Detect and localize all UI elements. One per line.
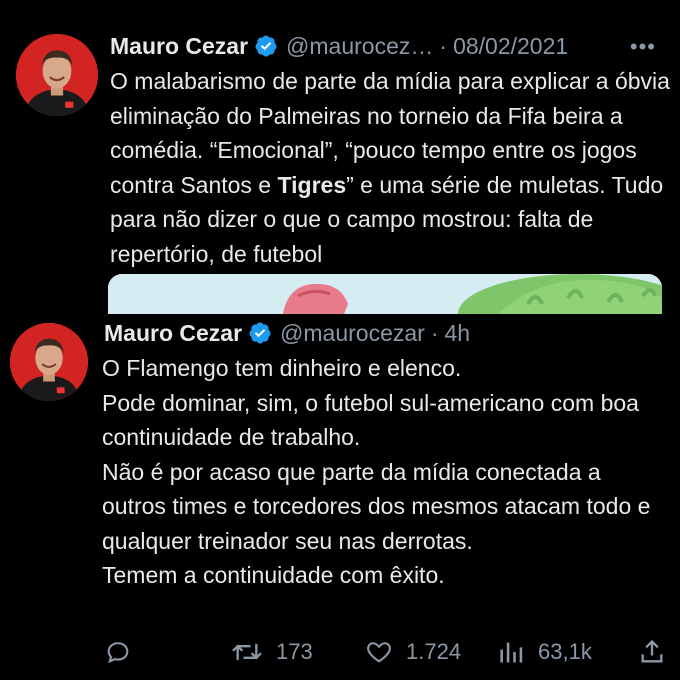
views-icon: [500, 642, 523, 663]
avatar-image: [16, 34, 98, 116]
views-count: 63,1k: [538, 639, 592, 664]
more-options-button[interactable]: •••: [630, 34, 656, 60]
tweet-actions-bar: 173 1.724 63,1k: [0, 638, 680, 670]
tweet-date[interactable]: 08/02/2021: [453, 32, 568, 60]
retweet-button[interactable]: 173: [230, 638, 313, 666]
tweet-text-bold[interactable]: Tigres: [278, 172, 347, 198]
tweet-text: O Flamengo tem dinheiro e elenco. Pode d…: [102, 355, 651, 588]
header-separator: ·: [439, 33, 448, 59]
share-icon: [641, 639, 663, 663]
retweet-icon: [232, 643, 262, 661]
author-avatar[interactable]: [10, 323, 88, 401]
tweet-media-preview[interactable]: [108, 274, 662, 314]
tweet-text: O malabarismo de parte da mídia para exp…: [110, 64, 670, 271]
author-avatar[interactable]: [16, 34, 98, 116]
author-handle[interactable]: @maurocez…: [286, 32, 433, 60]
tweet-header: Mauro Cezar @maurocez… · 08/02/2021: [110, 32, 568, 60]
share-button[interactable]: [638, 638, 666, 666]
heart-icon: [367, 642, 391, 663]
like-button[interactable]: 1.724: [364, 638, 461, 666]
views-button[interactable]: 63,1k: [496, 638, 592, 666]
media-image: [108, 274, 662, 314]
tweet-header: Mauro Cezar @maurocezar · 4h: [104, 319, 470, 347]
reply-icon: [107, 642, 129, 664]
header-separator: ·: [430, 320, 439, 346]
verified-badge-icon: [249, 322, 271, 344]
reply-button[interactable]: [104, 638, 132, 666]
tweet-1[interactable]: Mauro Cezar @maurocez… · 08/02/2021 ••• …: [0, 0, 680, 315]
retweet-count: 173: [276, 639, 313, 664]
author-name[interactable]: Mauro Cezar: [104, 319, 242, 347]
tweet-2[interactable]: Mauro Cezar @maurocezar · 4h O Flamengo …: [0, 315, 680, 680]
avatar-image: [10, 323, 88, 401]
like-count: 1.724: [406, 639, 462, 664]
verified-badge-icon: [255, 35, 277, 57]
author-handle[interactable]: @maurocezar: [280, 319, 425, 347]
tweet-date[interactable]: 4h: [445, 319, 471, 347]
author-name[interactable]: Mauro Cezar: [110, 32, 248, 60]
